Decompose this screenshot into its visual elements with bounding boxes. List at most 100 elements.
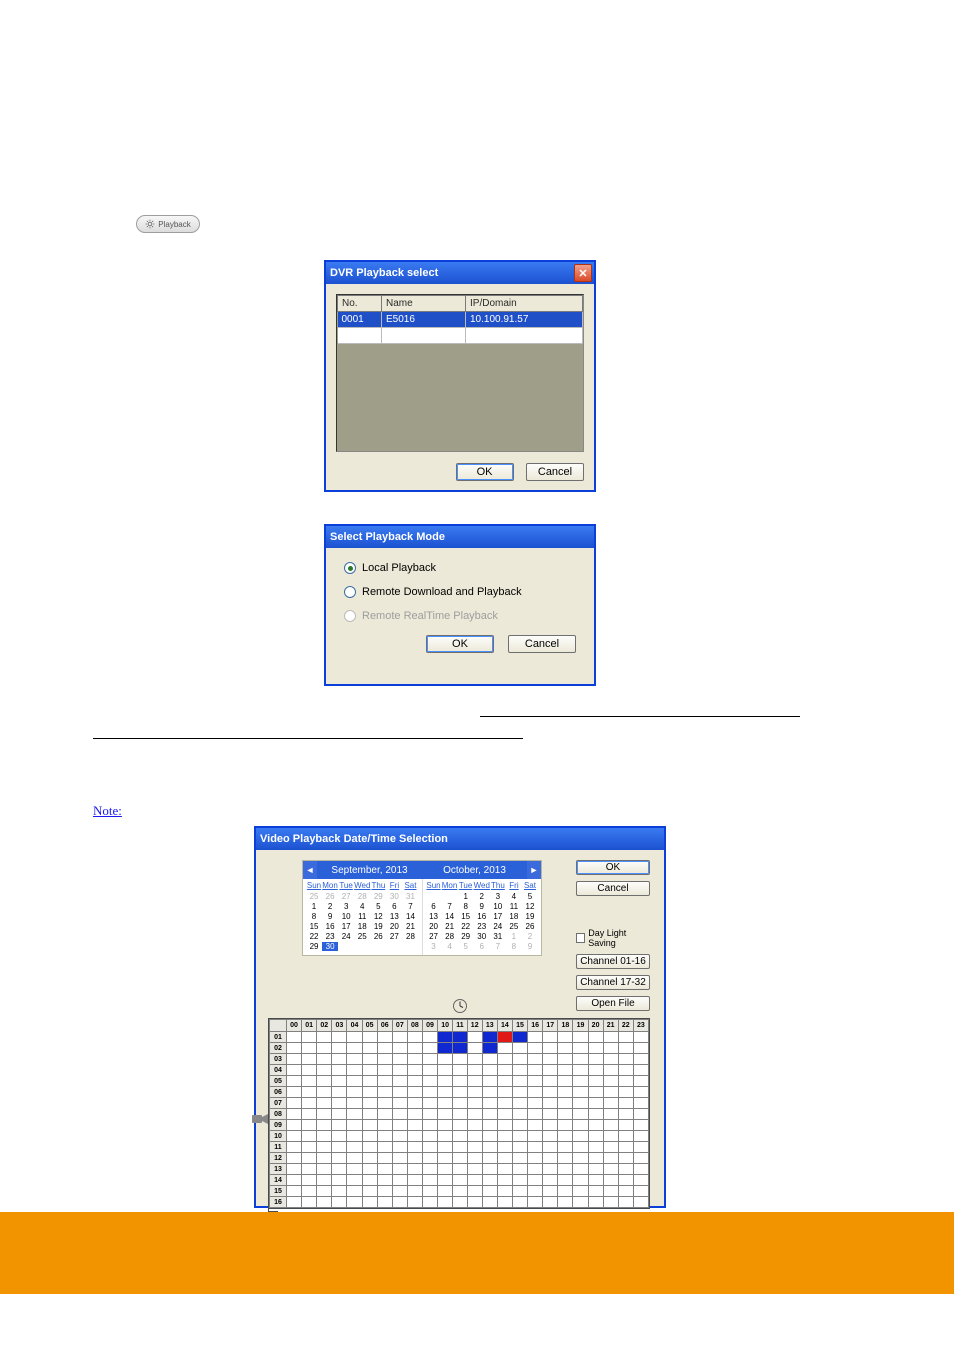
timeline-cell[interactable]: [482, 1186, 497, 1197]
timeline-cell[interactable]: [317, 1186, 332, 1197]
timeline-cell[interactable]: [287, 1065, 302, 1076]
timeline-cell[interactable]: [438, 1186, 453, 1197]
ok-button[interactable]: OK: [456, 463, 514, 481]
timeline-cell[interactable]: [347, 1120, 362, 1131]
timeline-cell[interactable]: [317, 1164, 332, 1175]
timeline-cell[interactable]: [497, 1098, 512, 1109]
cancel-button[interactable]: Cancel: [508, 635, 576, 653]
timeline-cell[interactable]: [558, 1032, 573, 1043]
timeline-cell[interactable]: [392, 1142, 407, 1153]
timeline-cell[interactable]: [332, 1065, 347, 1076]
timeline-cell[interactable]: [497, 1197, 512, 1208]
ok-button[interactable]: OK: [576, 860, 650, 875]
timeline-cell[interactable]: [633, 1186, 648, 1197]
timeline-cell[interactable]: [347, 1186, 362, 1197]
timeline-cell[interactable]: [603, 1120, 618, 1131]
cal-day[interactable]: 31: [402, 892, 418, 901]
timeline-cell[interactable]: [392, 1087, 407, 1098]
timeline-cell[interactable]: [618, 1186, 633, 1197]
timeline-cell[interactable]: [377, 1142, 392, 1153]
cal-day[interactable]: 28: [354, 892, 370, 901]
playback-mode-option[interactable]: Local Playback: [344, 562, 576, 574]
timeline-cell[interactable]: [287, 1186, 302, 1197]
cancel-button[interactable]: Cancel: [576, 881, 650, 896]
cal-day[interactable]: 28: [442, 932, 458, 941]
timeline-cell[interactable]: [633, 1098, 648, 1109]
table-row[interactable]: [338, 328, 583, 344]
timeline-cell[interactable]: [407, 1131, 422, 1142]
timeline-cell[interactable]: [407, 1175, 422, 1186]
timeline-cell[interactable]: [512, 1065, 527, 1076]
timeline-cell[interactable]: [543, 1197, 558, 1208]
calendar-left[interactable]: SunMonTueWedThuFriSat 252627282930311234…: [303, 879, 422, 955]
cal-day[interactable]: 7: [402, 902, 418, 911]
timeline-cell[interactable]: [603, 1098, 618, 1109]
timeline-cell[interactable]: [302, 1197, 317, 1208]
timeline-cell[interactable]: [528, 1087, 543, 1098]
timeline-cell[interactable]: [618, 1109, 633, 1120]
ok-button[interactable]: OK: [426, 635, 494, 653]
timeline-cell[interactable]: [603, 1087, 618, 1098]
cal-day[interactable]: 28: [402, 932, 418, 941]
timeline-cell[interactable]: [543, 1087, 558, 1098]
cal-day[interactable]: 5: [370, 902, 386, 911]
timeline-cell[interactable]: [633, 1076, 648, 1087]
timeline-cell[interactable]: [287, 1109, 302, 1120]
cal-day[interactable]: 26: [370, 932, 386, 941]
timeline-cell[interactable]: [347, 1076, 362, 1087]
timeline-cell[interactable]: [633, 1087, 648, 1098]
timeline-cell[interactable]: [377, 1197, 392, 1208]
timeline-cell[interactable]: [588, 1065, 603, 1076]
timeline-cell[interactable]: [512, 1197, 527, 1208]
timeline-cell[interactable]: [347, 1197, 362, 1208]
timeline-cell[interactable]: [633, 1109, 648, 1120]
timeline-cell[interactable]: [482, 1109, 497, 1120]
timeline-cell[interactable]: [482, 1153, 497, 1164]
timeline-cell[interactable]: [512, 1164, 527, 1175]
cal-day[interactable]: 14: [442, 912, 458, 921]
cal-day[interactable]: 7: [442, 902, 458, 911]
timeline-cell[interactable]: [317, 1175, 332, 1186]
cal-day[interactable]: 23: [474, 922, 490, 931]
timeline-cell[interactable]: [497, 1065, 512, 1076]
timeline-cell[interactable]: [332, 1131, 347, 1142]
timeline-cell[interactable]: [422, 1164, 437, 1175]
timeline-cell[interactable]: [438, 1131, 453, 1142]
timeline-cell[interactable]: [633, 1197, 648, 1208]
timeline-cell[interactable]: [528, 1142, 543, 1153]
timeline-cell[interactable]: [377, 1175, 392, 1186]
timeline-cell[interactable]: [438, 1098, 453, 1109]
cal-day[interactable]: 27: [338, 892, 354, 901]
timeline-cell[interactable]: [302, 1087, 317, 1098]
timeline-cell[interactable]: [467, 1175, 482, 1186]
timeline-cell[interactable]: [287, 1164, 302, 1175]
timeline-cell[interactable]: [467, 1186, 482, 1197]
timeline-cell[interactable]: [438, 1065, 453, 1076]
timeline-cell[interactable]: [618, 1175, 633, 1186]
timeline-cell[interactable]: [347, 1087, 362, 1098]
cal-day[interactable]: 24: [338, 932, 354, 941]
timeline-cell[interactable]: [633, 1032, 648, 1043]
cal-day[interactable]: 31: [490, 932, 506, 941]
timeline-cell[interactable]: [332, 1076, 347, 1087]
cal-day[interactable]: 9: [322, 912, 338, 921]
cal-day[interactable]: 20: [426, 922, 442, 931]
timeline-cell[interactable]: [362, 1065, 377, 1076]
cal-day[interactable]: 6: [474, 942, 490, 951]
timeline-cell[interactable]: [302, 1076, 317, 1087]
cal-day[interactable]: 21: [402, 922, 418, 931]
timeline-cell[interactable]: [573, 1032, 588, 1043]
timeline-cell[interactable]: [302, 1054, 317, 1065]
timeline-cell[interactable]: [287, 1043, 302, 1054]
cal-day[interactable]: 13: [386, 912, 402, 921]
timeline-cell[interactable]: [422, 1131, 437, 1142]
timeline-cell[interactable]: [543, 1131, 558, 1142]
channel-17-32-button[interactable]: Channel 17-32: [576, 975, 650, 990]
cal-day[interactable]: 6: [426, 902, 442, 911]
note-link[interactable]: Note:: [93, 803, 122, 819]
timeline-cell[interactable]: [633, 1065, 648, 1076]
timeline-cell[interactable]: [573, 1120, 588, 1131]
timeline-cell[interactable]: [558, 1065, 573, 1076]
cal-day[interactable]: 18: [354, 922, 370, 931]
timeline-cell[interactable]: [573, 1065, 588, 1076]
